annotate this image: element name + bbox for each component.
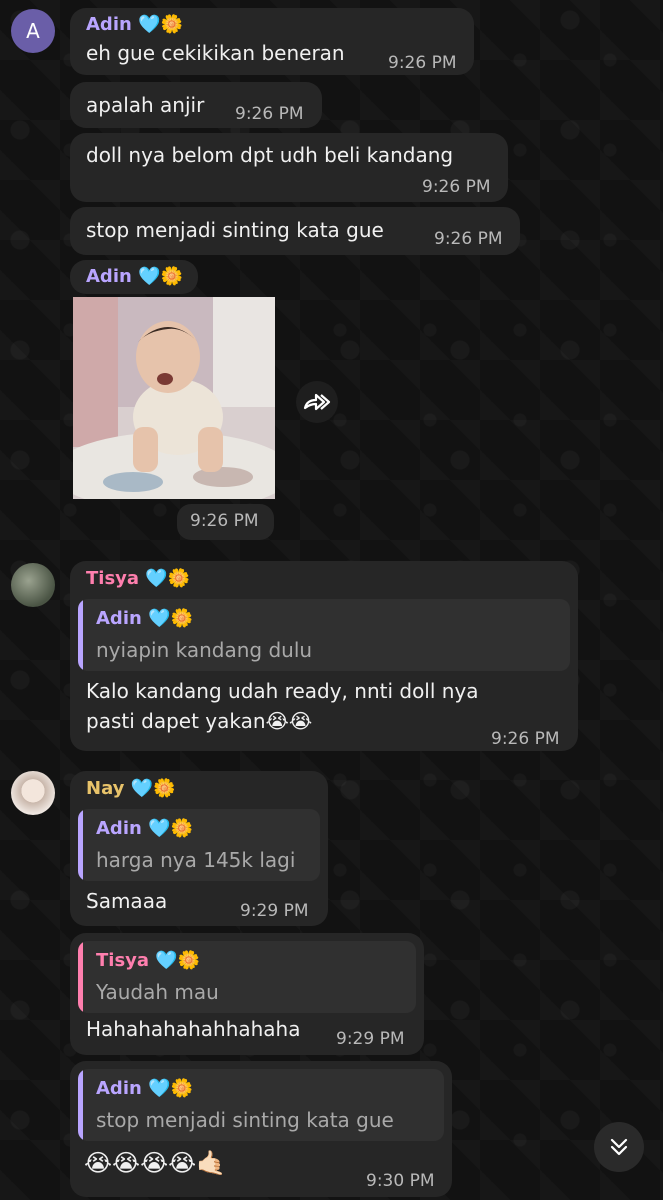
- crying-baby-image: [73, 297, 275, 499]
- message-bubble[interactable]: Tisya 🩵🌼 Adin 🩵🌼 nyiapin kandang dulu Ka…: [70, 561, 578, 751]
- sender-emoji: 🩵🌼: [138, 14, 183, 35]
- sender-emoji: 🩵🌼: [138, 266, 183, 287]
- quote-sender-emoji: 🩵🌼: [155, 950, 201, 971]
- time-pill: 9:26 PM: [177, 504, 274, 540]
- sender-label: Tisya: [86, 568, 140, 589]
- reply-quote[interactable]: Tisya 🩵🌼 Yaudah mau: [78, 941, 416, 1013]
- message-time: 9:26 PM: [388, 53, 457, 73]
- sender-name: Nay 🩵🌼: [86, 778, 176, 799]
- message-time: 9:26 PM: [434, 229, 503, 249]
- quote-sender-label: Adin: [96, 608, 142, 629]
- message-bubble[interactable]: Tisya 🩵🌼 Yaudah mau Hahahahahahhahaha 9:…: [70, 933, 424, 1055]
- quote-bar: [78, 809, 83, 881]
- quote-sender-emoji: 🩵🌼: [148, 608, 193, 629]
- quote-text: stop menjadi sinting kata gue: [96, 1108, 394, 1132]
- message-time: 9:26 PM: [190, 511, 259, 531]
- sender-label: Adin: [86, 14, 132, 35]
- message-time: 9:26 PM: [491, 729, 560, 749]
- message-time: 9:26 PM: [422, 177, 491, 197]
- message-bubble[interactable]: Adin 🩵🌼 eh gue cekikikan beneran 9:26 PM: [70, 8, 474, 75]
- media-photo[interactable]: [73, 297, 275, 499]
- quote-sender: Adin 🩵🌼: [96, 818, 193, 839]
- quote-sender: Adin 🩵🌼: [96, 1078, 193, 1099]
- avatar-nay[interactable]: [11, 771, 55, 815]
- message-text-line: Kalo kandang udah ready, nnti doll nya: [86, 679, 479, 703]
- sender-header-bubble: Adin 🩵🌼: [70, 260, 198, 294]
- message-bubble[interactable]: Nay 🩵🌼 Adin 🩵🌼 harga nya 145k lagi Samaa…: [70, 771, 328, 926]
- avatar-letter: A: [26, 19, 40, 43]
- message-bubble[interactable]: Adin 🩵🌼 stop menjadi sinting kata gue 😭😭…: [70, 1061, 452, 1197]
- avatar-adin[interactable]: A: [11, 9, 55, 53]
- quote-bar: [78, 941, 83, 1013]
- message-text: eh gue cekikikan beneran: [86, 41, 345, 65]
- scroll-down-icon[interactable]: [594, 1122, 644, 1172]
- sender-name: Adin 🩵🌼: [86, 266, 183, 287]
- quote-sender-emoji: 🩵🌼: [148, 818, 193, 839]
- message-time: 9:30 PM: [366, 1171, 435, 1191]
- sender-emoji: 🩵🌼: [130, 778, 176, 799]
- message-text: Samaaa: [86, 889, 168, 913]
- forward-icon[interactable]: [296, 381, 338, 423]
- quote-sender-label: Adin: [96, 818, 142, 839]
- message-text: doll nya belom dpt udh beli kandang: [86, 143, 454, 167]
- sender-emoji: 🩵🌼: [145, 568, 191, 589]
- quote-sender-emoji: 🩵🌼: [148, 1078, 193, 1099]
- quote-sender-label: Tisya: [96, 950, 150, 971]
- message-bubble[interactable]: stop menjadi sinting kata gue 9:26 PM: [70, 207, 520, 255]
- avatar-tisya[interactable]: [11, 563, 55, 607]
- quote-bar: [78, 599, 83, 671]
- reply-quote[interactable]: Adin 🩵🌼 harga nya 145k lagi: [78, 809, 320, 881]
- message-time: 9:29 PM: [336, 1029, 405, 1049]
- message-time: 9:29 PM: [240, 901, 309, 921]
- message-text: apalah anjir: [86, 93, 205, 117]
- sender-name: Tisya 🩵🌼: [86, 568, 190, 589]
- message-time: 9:26 PM: [235, 104, 304, 124]
- quote-sender-label: Adin: [96, 1078, 142, 1099]
- message-bubble[interactable]: apalah anjir 9:26 PM: [70, 82, 322, 128]
- message-text: stop menjadi sinting kata gue: [86, 218, 384, 242]
- sender-name: Adin 🩵🌼: [86, 14, 183, 35]
- quote-text: Yaudah mau: [96, 980, 219, 1004]
- sender-label: Nay: [86, 778, 125, 799]
- message-bubble[interactable]: doll nya belom dpt udh beli kandang 9:26…: [70, 133, 508, 202]
- quote-bar: [78, 1069, 83, 1141]
- message-text: 😭😭😭😭🤙🏻: [84, 1149, 227, 1177]
- quote-text: harga nya 145k lagi: [96, 848, 296, 872]
- message-text: Hahahahahahhahaha: [86, 1017, 301, 1041]
- reply-quote[interactable]: Adin 🩵🌼 nyiapin kandang dulu: [78, 599, 570, 671]
- quote-sender: Adin 🩵🌼: [96, 608, 193, 629]
- message-text-line: pasti dapet yakan😭😭: [86, 709, 313, 733]
- reply-quote[interactable]: Adin 🩵🌼 stop menjadi sinting kata gue: [78, 1069, 444, 1141]
- quote-sender: Tisya 🩵🌼: [96, 950, 200, 971]
- quote-text: nyiapin kandang dulu: [96, 638, 313, 662]
- sender-label: Adin: [86, 266, 132, 287]
